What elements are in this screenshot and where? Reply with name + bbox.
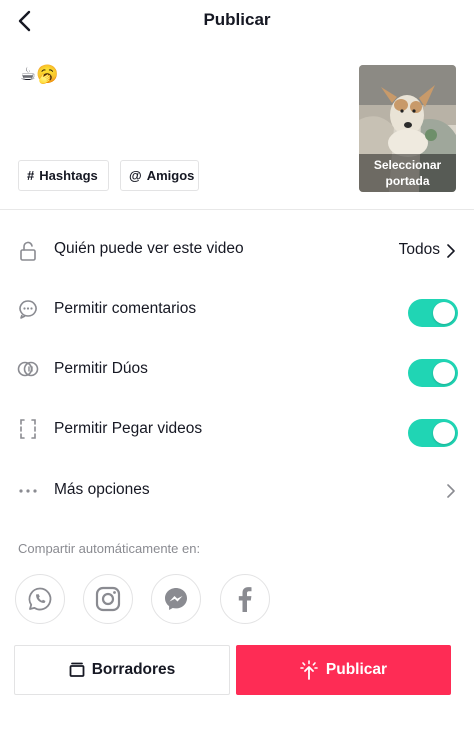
hashtags-label: Hashtags: [39, 168, 98, 183]
facebook-icon: [238, 587, 252, 612]
unlock-icon: [20, 241, 36, 261]
duets-toggle[interactable]: [408, 359, 458, 387]
hashtag-icon: #: [27, 168, 35, 183]
comments-row: Permitir comentarios: [0, 286, 474, 336]
messenger-icon: [165, 588, 187, 610]
at-icon: @: [129, 168, 142, 183]
select-cover-label: Seleccionar portada: [359, 154, 456, 192]
caption-input[interactable]: ☕🥱: [20, 64, 59, 86]
amigos-button[interactable]: @ Amigos: [120, 160, 199, 191]
duet-icon: [17, 361, 39, 377]
publish-button[interactable]: Publicar: [236, 645, 451, 695]
duets-row: Permitir Dúos: [0, 346, 474, 396]
amigos-label: Amigos: [146, 168, 195, 183]
toggle-knob: [433, 362, 455, 384]
stitch-label: Permitir Pegar videos: [54, 420, 203, 437]
toggle-knob: [433, 422, 455, 444]
stitch-row: Permitir Pegar videos: [0, 406, 474, 456]
chevron-right-icon: [447, 484, 455, 498]
header-bar: Publicar: [0, 0, 474, 42]
comment-icon: [19, 300, 37, 319]
publish-icon: [300, 660, 318, 680]
visibility-label: Quién puede ver este video: [54, 240, 244, 257]
instagram-icon: [95, 586, 121, 612]
publish-label: Publicar: [325, 661, 388, 678]
more-options-label: Más opciones: [54, 481, 150, 498]
share-label: Compartir automáticamente en:: [18, 541, 201, 556]
stitch-icon: [20, 419, 36, 439]
select-cover-label-line1: Seleccionar: [373, 158, 442, 172]
share-messenger-button[interactable]: [151, 574, 201, 624]
more-dots-icon: [19, 489, 37, 493]
visibility-row[interactable]: Quién puede ver este video Todos: [0, 226, 474, 276]
share-facebook-button[interactable]: [220, 574, 270, 624]
select-cover-button[interactable]: Seleccionar portada: [359, 65, 456, 192]
visibility-value: Todos: [398, 241, 440, 258]
share-whatsapp-button[interactable]: [15, 574, 65, 624]
comments-label: Permitir comentarios: [54, 300, 197, 317]
hashtags-button[interactable]: # Hashtags: [18, 160, 109, 191]
divider: [0, 209, 474, 210]
whatsapp-icon: [28, 587, 52, 611]
chevron-right-icon: [447, 244, 455, 258]
duets-label: Permitir Dúos: [54, 360, 148, 377]
comments-toggle[interactable]: [408, 299, 458, 327]
share-instagram-button[interactable]: [83, 574, 133, 624]
select-cover-label-line2: portada: [385, 174, 430, 188]
drafts-button[interactable]: Borradores: [14, 645, 230, 695]
toggle-knob: [433, 302, 455, 324]
page-title: Publicar: [203, 10, 271, 29]
drafts-icon: [69, 662, 85, 677]
drafts-label: Borradores: [91, 661, 176, 678]
more-options-row[interactable]: Más opciones: [0, 466, 474, 516]
stitch-toggle[interactable]: [408, 419, 458, 447]
